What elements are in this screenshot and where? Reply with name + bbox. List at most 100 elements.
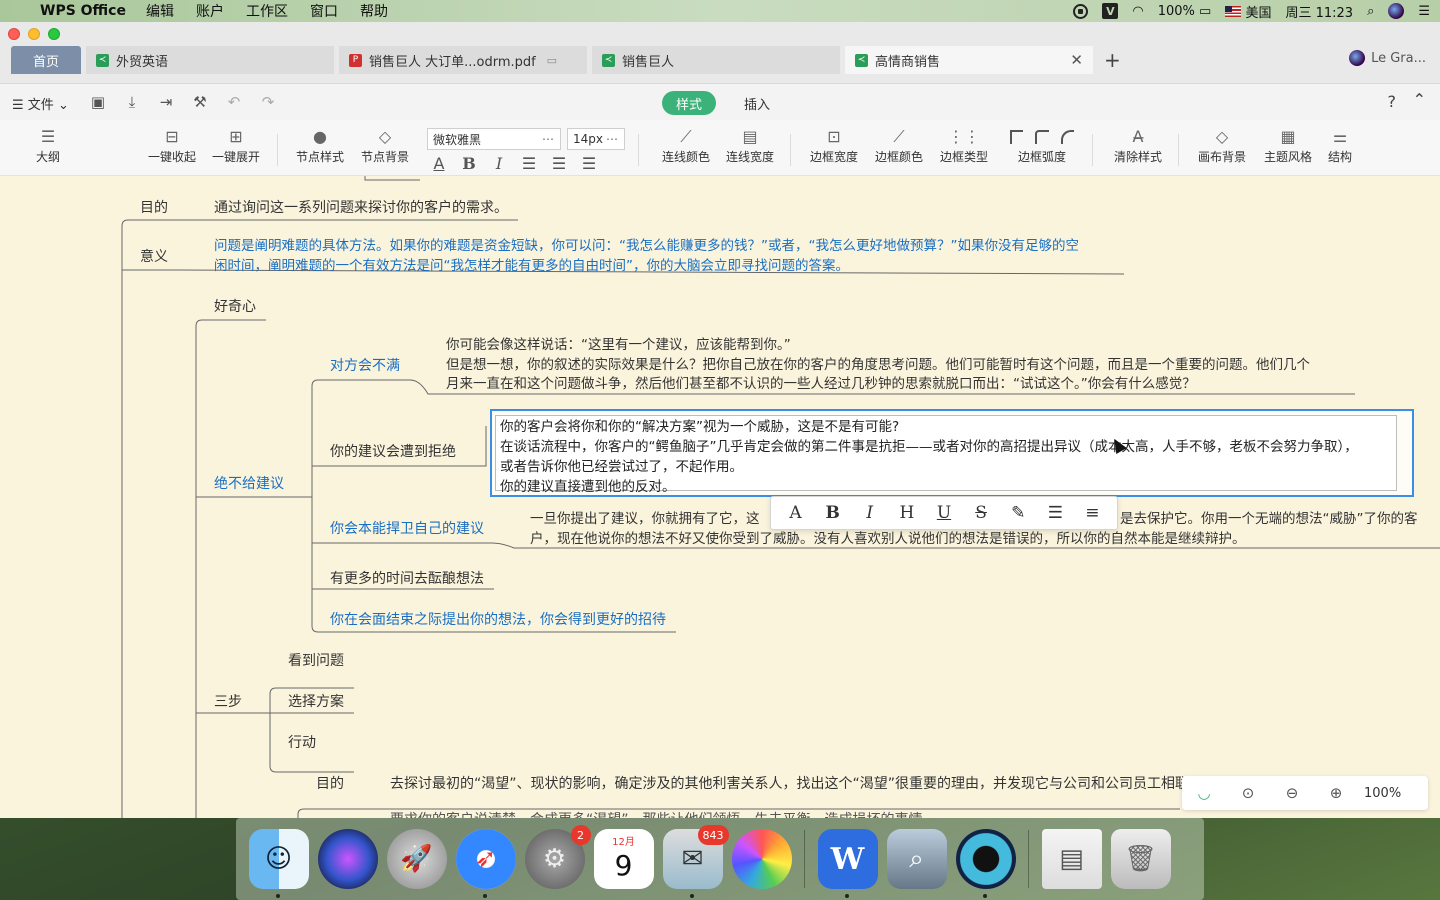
small-radius-icon[interactable] bbox=[1035, 130, 1049, 144]
spotlight-search-icon[interactable]: ⌕ bbox=[1367, 4, 1374, 19]
menu-edit[interactable]: 编辑 bbox=[146, 1, 174, 21]
menu-window[interactable]: 窗口 bbox=[310, 1, 338, 21]
border-type-button[interactable]: ⋮⋮ 边框类型 bbox=[938, 126, 990, 165]
node-end-meeting[interactable]: 你在会面结束之际提出你的想法，你会得到更好的招待 bbox=[330, 610, 666, 630]
outline-button[interactable]: ☰ 大纲 bbox=[30, 126, 66, 165]
zoom-in-icon[interactable]: ⊕ bbox=[1314, 784, 1358, 802]
close-window-button[interactable] bbox=[8, 28, 20, 40]
bold-icon[interactable]: B bbox=[820, 503, 846, 523]
border-color-button[interactable]: ⟋ 边框颜色 bbox=[873, 126, 925, 165]
underline-icon[interactable]: U bbox=[931, 503, 957, 523]
font-size-select[interactable]: 14px ⋯ bbox=[567, 128, 625, 150]
node-style-button[interactable]: ● 节点样式 bbox=[294, 126, 346, 165]
highlight-icon[interactable]: ✎ bbox=[1005, 503, 1031, 523]
node-purpose[interactable]: 目的 bbox=[140, 198, 168, 218]
format-painter-icon[interactable]: ⚒ bbox=[191, 93, 209, 111]
expand-all-button[interactable]: ⊞ 一键展开 bbox=[210, 126, 262, 165]
node-defend[interactable]: 你会本能捍卫自己的建议 bbox=[330, 519, 484, 539]
font-color-icon[interactable]: A bbox=[783, 503, 809, 523]
trash-icon[interactable]: 🗑 bbox=[1110, 829, 1171, 889]
node-meaning-text[interactable]: 问题是阐明难题的具体方法。如果你的难题是资金短缺，你可以问：“我怎么能赚更多的钱… bbox=[214, 237, 1134, 276]
node-curiosity[interactable]: 好奇心 bbox=[214, 297, 256, 317]
node-dissatisfied[interactable]: 对方会不满 bbox=[330, 356, 400, 376]
export-icon[interactable]: ⇥ bbox=[157, 93, 175, 111]
node-three-steps[interactable]: 三步 bbox=[214, 692, 242, 712]
bullet-list-icon[interactable]: ☰ bbox=[1042, 503, 1068, 523]
save-icon[interactable]: ▣ bbox=[89, 93, 107, 111]
screen-record-icon[interactable] bbox=[1073, 3, 1089, 19]
canvas-background-button[interactable]: ◇ 画布背景 bbox=[1196, 126, 1248, 165]
node-choose-plan[interactable]: 选择方案 bbox=[288, 692, 344, 712]
node-action[interactable]: 行动 bbox=[288, 733, 316, 753]
menu-app-name[interactable]: WPS Office bbox=[40, 3, 126, 19]
tab-foreign-trade-english[interactable]: ≺ 外贸英语 bbox=[86, 46, 334, 74]
photos-icon[interactable] bbox=[731, 829, 792, 889]
zoom-out-icon[interactable]: ⊖ bbox=[1270, 784, 1314, 802]
siri-icon[interactable] bbox=[1388, 3, 1405, 19]
structure-button[interactable]: ⚌ 结构 bbox=[1322, 126, 1358, 165]
collapse-all-button[interactable]: ⊟ 一键收起 bbox=[146, 126, 198, 165]
node-more-time[interactable]: 有更多的时间去酝酿想法 bbox=[330, 569, 484, 589]
siri-app-icon[interactable] bbox=[317, 829, 378, 889]
italic-icon[interactable]: I bbox=[857, 503, 883, 523]
download-icon[interactable]: ⤓ bbox=[123, 93, 141, 111]
tab-sales-giant[interactable]: ≺ 销售巨人 bbox=[592, 46, 840, 74]
menu-account[interactable]: 账户 bbox=[196, 1, 224, 21]
locate-center-icon[interactable]: ⊙ bbox=[1226, 784, 1270, 802]
battery-status[interactable]: 100% ▭ bbox=[1158, 4, 1212, 19]
mindmap-canvas[interactable]: 目的 通过询问这一系列问题来探讨你的客户的需求。 意义 问题是阐明难题的具体方法… bbox=[0, 176, 1440, 818]
tab-insert[interactable]: 插入 bbox=[730, 91, 784, 115]
tab-sales-giant-pdf[interactable]: P 销售巨人 大订单...odrm.pdf ▭ bbox=[339, 46, 587, 74]
user-account[interactable]: Le Gra... bbox=[1349, 50, 1426, 66]
node-purpose-2-text[interactable]: 去探讨最初的“渴望”、现状的影响，确定涉及的其他利害关系人，找出这个“渴望”很重… bbox=[390, 774, 1203, 794]
zoom-window-button[interactable] bbox=[48, 28, 60, 40]
heading-icon[interactable]: H bbox=[894, 503, 920, 523]
node-meaning[interactable]: 意义 bbox=[140, 247, 168, 267]
safari-icon[interactable]: ➶ bbox=[455, 829, 516, 898]
downloads-stack-icon[interactable]: ▤ bbox=[1041, 829, 1102, 889]
monitor-icon[interactable]: ▭ bbox=[547, 54, 557, 67]
zoom-level[interactable]: 100% bbox=[1364, 786, 1401, 801]
numbered-list-icon[interactable]: ≡ bbox=[1079, 503, 1105, 523]
node-purpose-2[interactable]: 目的 bbox=[316, 774, 344, 794]
new-tab-button[interactable]: + bbox=[1104, 48, 1121, 72]
tab-eq-sales-active[interactable]: ≺ 高情商销售 ✕ bbox=[845, 46, 1093, 74]
tab-style[interactable]: 样式 bbox=[662, 91, 717, 115]
collapse-ribbon-icon[interactable]: ⌃ bbox=[1413, 90, 1426, 109]
control-center-icon[interactable]: ☰ bbox=[1418, 4, 1430, 19]
font-color-icon[interactable]: A bbox=[430, 154, 448, 173]
node-background-button[interactable]: ◇ 节点背景 bbox=[359, 126, 411, 165]
menu-help[interactable]: 帮助 bbox=[360, 1, 388, 21]
border-width-button[interactable]: ⊡ 边框宽度 bbox=[808, 126, 860, 165]
align-right-icon[interactable]: ☰ bbox=[580, 154, 598, 173]
calendar-icon[interactable]: 12月 9 bbox=[593, 829, 654, 889]
node-never-advise[interactable]: 绝不给建议 bbox=[214, 474, 284, 494]
align-left-icon[interactable]: ☰ bbox=[520, 154, 538, 173]
node-editor-selected[interactable]: 你的客户会将你和你的“解决方案”视为一个威胁，这是不是有可能? 在谈话流程中，你… bbox=[490, 409, 1414, 497]
input-source[interactable]: 美国 bbox=[1225, 2, 1271, 21]
italic-icon[interactable]: I bbox=[490, 154, 508, 173]
system-preferences-icon[interactable]: ⚙ 2 bbox=[524, 825, 591, 889]
font-family-select[interactable]: 微软雅黑 ⋯ bbox=[427, 128, 561, 150]
wps-office-icon[interactable]: W bbox=[817, 829, 878, 898]
tab-home[interactable]: 首页 bbox=[11, 46, 81, 74]
finder-icon[interactable]: ☺ bbox=[248, 829, 309, 898]
line-color-button[interactable]: ⟋ 连线颜色 bbox=[660, 126, 712, 165]
mail-icon[interactable]: ✉ 843 bbox=[662, 825, 729, 898]
strikethrough-icon[interactable]: S bbox=[968, 503, 994, 523]
large-radius-icon[interactable] bbox=[1060, 130, 1074, 144]
theme-button[interactable]: ▦ 主题风格 bbox=[1262, 126, 1314, 165]
undo-icon[interactable]: ↶ bbox=[225, 93, 243, 111]
close-tab-icon[interactable]: ✕ bbox=[1070, 51, 1083, 69]
preview-icon[interactable]: ⌕ bbox=[886, 829, 947, 889]
clock[interactable]: 周三 11:23 bbox=[1285, 2, 1353, 21]
redo-icon[interactable]: ↷ bbox=[259, 93, 277, 111]
bold-icon[interactable]: B bbox=[460, 154, 478, 173]
help-icon[interactable]: ? bbox=[1388, 92, 1397, 111]
line-width-button[interactable]: ▤ 连线宽度 bbox=[724, 126, 776, 165]
minimize-window-button[interactable] bbox=[28, 28, 40, 40]
node-dissatisfied-text[interactable]: 你可能会像这样说话：“这里有一个建议，应该能帮到你。” 但是想一想，你的叙述的实… bbox=[446, 336, 1356, 395]
node-rejected[interactable]: 你的建议会遭到拒绝 bbox=[330, 442, 456, 462]
node-cut-off-text[interactable]: 要求你的客户说清楚，会成更多“渴望”。那些让他们领悟、失去平衡，造成损坏的事情 bbox=[390, 810, 923, 818]
menu-workspace[interactable]: 工作区 bbox=[246, 1, 288, 21]
